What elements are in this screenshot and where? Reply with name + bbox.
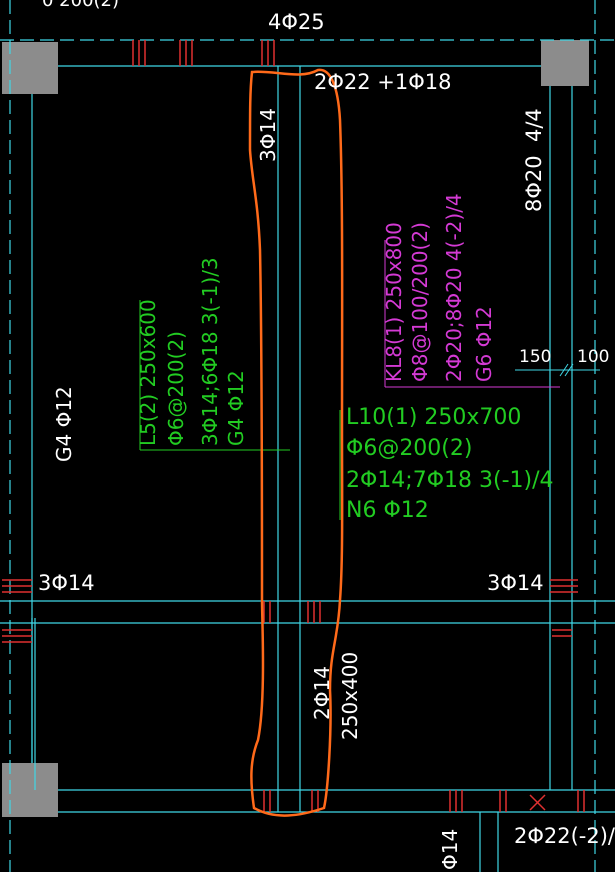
- beam-L10-line3: 2Φ14;7Φ18 3(-1)/4: [346, 468, 554, 493]
- left-side-rebar-label: G4 Φ12: [52, 386, 76, 462]
- lower-beam-rebar-label: 2Φ14: [310, 666, 334, 720]
- right-column-rebar-label: 8Φ20 4/4: [522, 108, 546, 212]
- beam-L10-line4: N6 Φ12: [346, 498, 429, 523]
- beam-KL8-line4: G6 Φ12: [472, 306, 496, 382]
- vertical-beam-rebar-top-label: 3Φ14: [256, 108, 280, 162]
- top-partial-label: 0 200(2): [42, 0, 120, 11]
- beam-L10-line1: L10(1) 250x700: [346, 405, 522, 430]
- mid-left-rebar-label: 3Φ14: [38, 571, 95, 595]
- bottom-cut-rebar-label: Φ14: [438, 828, 462, 870]
- beam-KL8-line3: 2Φ20;8Φ20 4(-2)/4: [442, 193, 466, 382]
- beam-KL8-line1: KL8(1) 250x800: [382, 222, 406, 382]
- mid-right-rebar-label: 3Φ14: [487, 571, 544, 595]
- beam-L10-line2: Φ6@200(2): [346, 436, 473, 461]
- dimension-150-label: 150: [519, 347, 552, 367]
- top-right-rebar-label: 2Φ22 +1Φ18: [314, 70, 452, 94]
- beam-L5-line2: Φ6@200(2): [164, 331, 188, 446]
- beam-L5-line3: 3Φ14;6Φ18 3(-1)/3: [198, 257, 222, 446]
- top-rebar-label: 4Φ25: [268, 10, 325, 34]
- beam-L5-line1: L5(2) 250x600: [136, 299, 160, 446]
- beam-L5-line4: G4 Φ12: [224, 370, 248, 446]
- lower-beam-size-label: 250x400: [338, 651, 362, 740]
- beam-KL8-line2: Φ8@100/200(2): [408, 222, 432, 382]
- dimension-100-label: 100: [577, 347, 610, 367]
- column-top-right: [541, 40, 589, 86]
- bottom-right-rebar-label: 2Φ22(-2)/: [514, 824, 615, 848]
